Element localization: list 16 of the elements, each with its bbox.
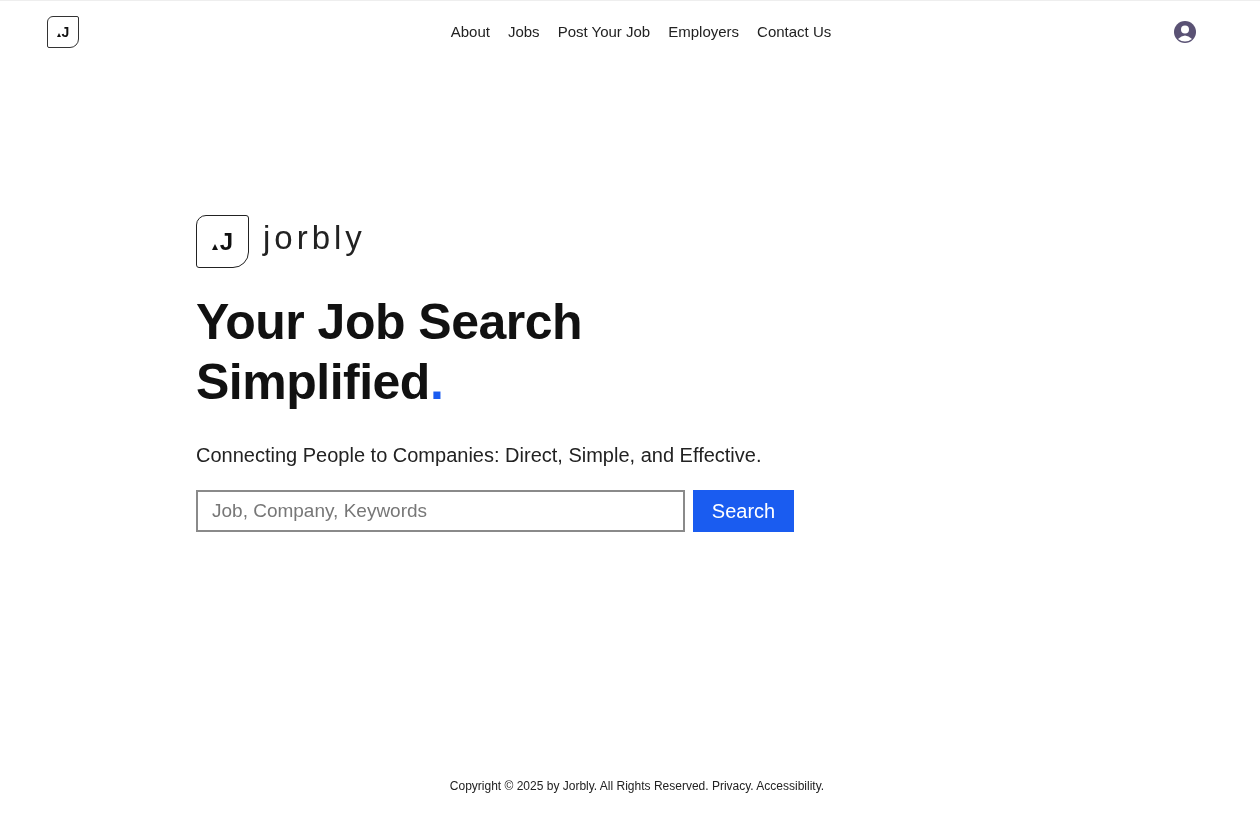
user-avatar-icon[interactable]: [1173, 20, 1197, 44]
nav-link[interactable]: Employers: [668, 20, 740, 44]
logo-letter: J: [61, 25, 70, 39]
logo-letter: J: [219, 229, 234, 254]
headline: Your Job Search Simplified.: [196, 293, 584, 412]
search-button[interactable]: Search: [693, 490, 794, 532]
nav-link[interactable]: Contact Us: [757, 20, 832, 44]
triangle-icon: [56, 33, 61, 37]
nav-link[interactable]: About: [450, 20, 490, 44]
search-field[interactable]: Job, Company, Keywords: [196, 490, 685, 532]
wordmark: jorbly: [263, 217, 366, 258]
nav-link[interactable]: Jobs: [507, 20, 540, 44]
triangle-icon: [211, 244, 218, 250]
copyright-text: Copyright © 2025 by Jorbly. All Rights Reserved. Privacy. Accessibility.: [449, 778, 825, 795]
subtitle: Connecting People to Companies: Direct, Simple, and Effective.: [196, 443, 763, 468]
nav-link[interactable]: Post Your Job: [557, 20, 651, 44]
